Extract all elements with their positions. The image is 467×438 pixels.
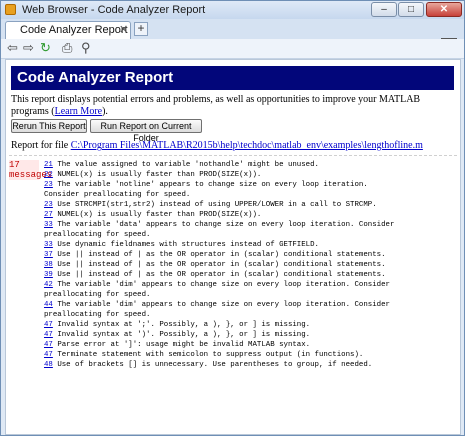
message-text: Use STRCMPI(str1,str2) instead of using … bbox=[57, 201, 377, 209]
message-row: 33 Use dynamic fieldnames with structure… bbox=[44, 240, 456, 250]
line-number-link[interactable]: 37 bbox=[44, 251, 53, 259]
line-number-link[interactable]: 39 bbox=[44, 271, 53, 279]
print-icon[interactable]: ⎙ bbox=[62, 40, 72, 56]
report-content[interactable]: Code Analyzer Report This report display… bbox=[5, 59, 461, 435]
line-number-link[interactable]: 48 bbox=[44, 361, 53, 369]
message-count-label: messages bbox=[9, 170, 53, 180]
tab-code-analyzer-report[interactable]: Code Analyzer Report ✕ bbox=[5, 21, 131, 39]
message-text: Use dynamic fieldnames with structures i… bbox=[57, 241, 319, 249]
message-text: The variable 'dim' appears to change siz… bbox=[57, 301, 390, 309]
message-row: 47 Terminate statement with semicolon to… bbox=[44, 350, 456, 360]
message-text: preallocating for speed. bbox=[44, 231, 151, 239]
line-number-link[interactable]: 33 bbox=[44, 241, 53, 249]
message-text: NUMEL(x) is usually faster than PROD(SIZ… bbox=[57, 171, 262, 179]
report-heading: Code Analyzer Report bbox=[11, 66, 454, 90]
back-arrow-icon[interactable]: ⇦ bbox=[7, 40, 18, 56]
message-text: The variable 'data' appears to change si… bbox=[57, 221, 395, 229]
message-text: Use of brackets [] is unnecessary. Use p… bbox=[57, 361, 373, 369]
message-text: Terminate statement with semicolon to su… bbox=[57, 351, 364, 359]
line-number-link[interactable]: 38 bbox=[44, 261, 53, 269]
learn-more-link[interactable]: Learn More bbox=[55, 106, 102, 117]
message-row: 47 Invalid syntax at ')'. Possibly, a ),… bbox=[44, 330, 456, 340]
message-row: 39 Use || instead of | as the OR operato… bbox=[44, 270, 456, 280]
report-description: This report displays potential errors an… bbox=[11, 94, 457, 118]
line-number-link[interactable]: 23 bbox=[44, 201, 53, 209]
message-text: Invalid syntax at ';'. Possibly, a ), },… bbox=[57, 321, 311, 329]
message-text: preallocating for speed. bbox=[44, 291, 151, 299]
matlab-browser-icon bbox=[5, 4, 16, 15]
browser-toolbar: ⇦ ⇨ ↻ ⎙ ⚲ bbox=[1, 39, 464, 59]
message-row: preallocating for speed. bbox=[44, 310, 456, 320]
message-text: Consider preallocating for speed. bbox=[44, 191, 191, 199]
message-row: 44 The variable 'dim' appears to change … bbox=[44, 300, 456, 310]
new-tab-button[interactable]: + bbox=[134, 22, 148, 36]
message-list: 21 The value assigned to variable 'notha… bbox=[44, 160, 456, 370]
message-text: Invalid syntax at ')'. Possibly, a ), },… bbox=[57, 331, 311, 339]
message-row: 23 The variable 'notline' appears to cha… bbox=[44, 180, 456, 190]
message-row: 47 Parse error at ']': usage might be in… bbox=[44, 340, 456, 350]
line-number-link[interactable]: 47 bbox=[44, 331, 53, 339]
message-text: Use || instead of | as the OR operator i… bbox=[57, 251, 386, 259]
message-row: 27 NUMEL(x) is usually faster than PROD(… bbox=[44, 210, 456, 220]
line-number-link[interactable]: 22 bbox=[44, 171, 53, 179]
minimize-button[interactable]: – bbox=[371, 2, 397, 17]
message-row: 42 The variable 'dim' appears to change … bbox=[44, 280, 456, 290]
divider bbox=[9, 155, 457, 156]
message-count-number: 17 bbox=[9, 160, 20, 170]
message-row: 23 Use STRCMPI(str1,str2) instead of usi… bbox=[44, 200, 456, 210]
line-number-link[interactable]: 33 bbox=[44, 221, 53, 229]
tab-label: Code Analyzer Report bbox=[20, 24, 128, 36]
browser-window: Web Browser - Code Analyzer Report – □ ✕… bbox=[0, 0, 465, 436]
line-number-link[interactable]: 47 bbox=[44, 341, 53, 349]
run-folder-report-button[interactable]: Run Report on Current Folder bbox=[90, 119, 202, 143]
message-text: The variable 'notline' appears to change… bbox=[57, 181, 368, 189]
message-text: NUMEL(x) is usually faster than PROD(SIZ… bbox=[57, 211, 262, 219]
forward-arrow-icon[interactable]: ⇨ bbox=[23, 40, 34, 56]
message-text: Use || instead of | as the OR operator i… bbox=[57, 261, 386, 269]
message-count: 17 messages bbox=[9, 160, 53, 180]
message-text: preallocating for speed. bbox=[44, 311, 151, 319]
line-number-link[interactable]: 42 bbox=[44, 281, 53, 289]
line-number-link[interactable]: 47 bbox=[44, 321, 53, 329]
message-text: The value assigned to variable 'nothandl… bbox=[57, 161, 319, 169]
message-row: Consider preallocating for speed. bbox=[44, 190, 456, 200]
find-icon[interactable]: ⚲ bbox=[81, 40, 91, 56]
message-row: preallocating for speed. bbox=[44, 230, 456, 240]
window-title: Web Browser - Code Analyzer Report bbox=[22, 4, 206, 16]
line-number-link[interactable]: 44 bbox=[44, 301, 53, 309]
line-number-link[interactable]: 27 bbox=[44, 211, 53, 219]
line-number-link[interactable]: 21 bbox=[44, 161, 53, 169]
message-row: 38 Use || instead of | as the OR operato… bbox=[44, 260, 456, 270]
tab-bar: Code Analyzer Report ✕ + bbox=[1, 19, 464, 54]
line-number-link[interactable]: 23 bbox=[44, 181, 53, 189]
close-button[interactable]: ✕ bbox=[426, 2, 462, 17]
report-for-label: Report for file bbox=[11, 140, 71, 151]
message-row: 48 Use of brackets [] is unnecessary. Us… bbox=[44, 360, 456, 370]
rerun-report-button[interactable]: Rerun This Report bbox=[11, 119, 87, 133]
file-path-link[interactable]: C:\Program Files\MATLAB\R2015b\help\tech… bbox=[71, 140, 423, 151]
maximize-button[interactable]: □ bbox=[398, 2, 424, 17]
message-text: Use || instead of | as the OR operator i… bbox=[57, 271, 386, 279]
title-bar[interactable]: Web Browser - Code Analyzer Report – □ ✕ bbox=[1, 1, 464, 19]
message-row: 22 NUMEL(x) is usually faster than PROD(… bbox=[44, 170, 456, 180]
message-row: preallocating for speed. bbox=[44, 290, 456, 300]
message-row: 47 Invalid syntax at ';'. Possibly, a ),… bbox=[44, 320, 456, 330]
message-row: 37 Use || instead of | as the OR operato… bbox=[44, 250, 456, 260]
message-row: 33 The variable 'data' appears to change… bbox=[44, 220, 456, 230]
refresh-icon[interactable]: ↻ bbox=[40, 40, 51, 56]
message-row: 21 The value assigned to variable 'notha… bbox=[44, 160, 456, 170]
description-end: ). bbox=[102, 106, 108, 117]
line-number-link[interactable]: 47 bbox=[44, 351, 53, 359]
tab-close-icon[interactable]: ✕ bbox=[119, 23, 128, 36]
message-text: Parse error at ']': usage might be inval… bbox=[57, 341, 311, 349]
report-file-line: Report for file C:\Program Files\MATLAB\… bbox=[11, 140, 423, 151]
message-text: The variable 'dim' appears to change siz… bbox=[57, 281, 390, 289]
